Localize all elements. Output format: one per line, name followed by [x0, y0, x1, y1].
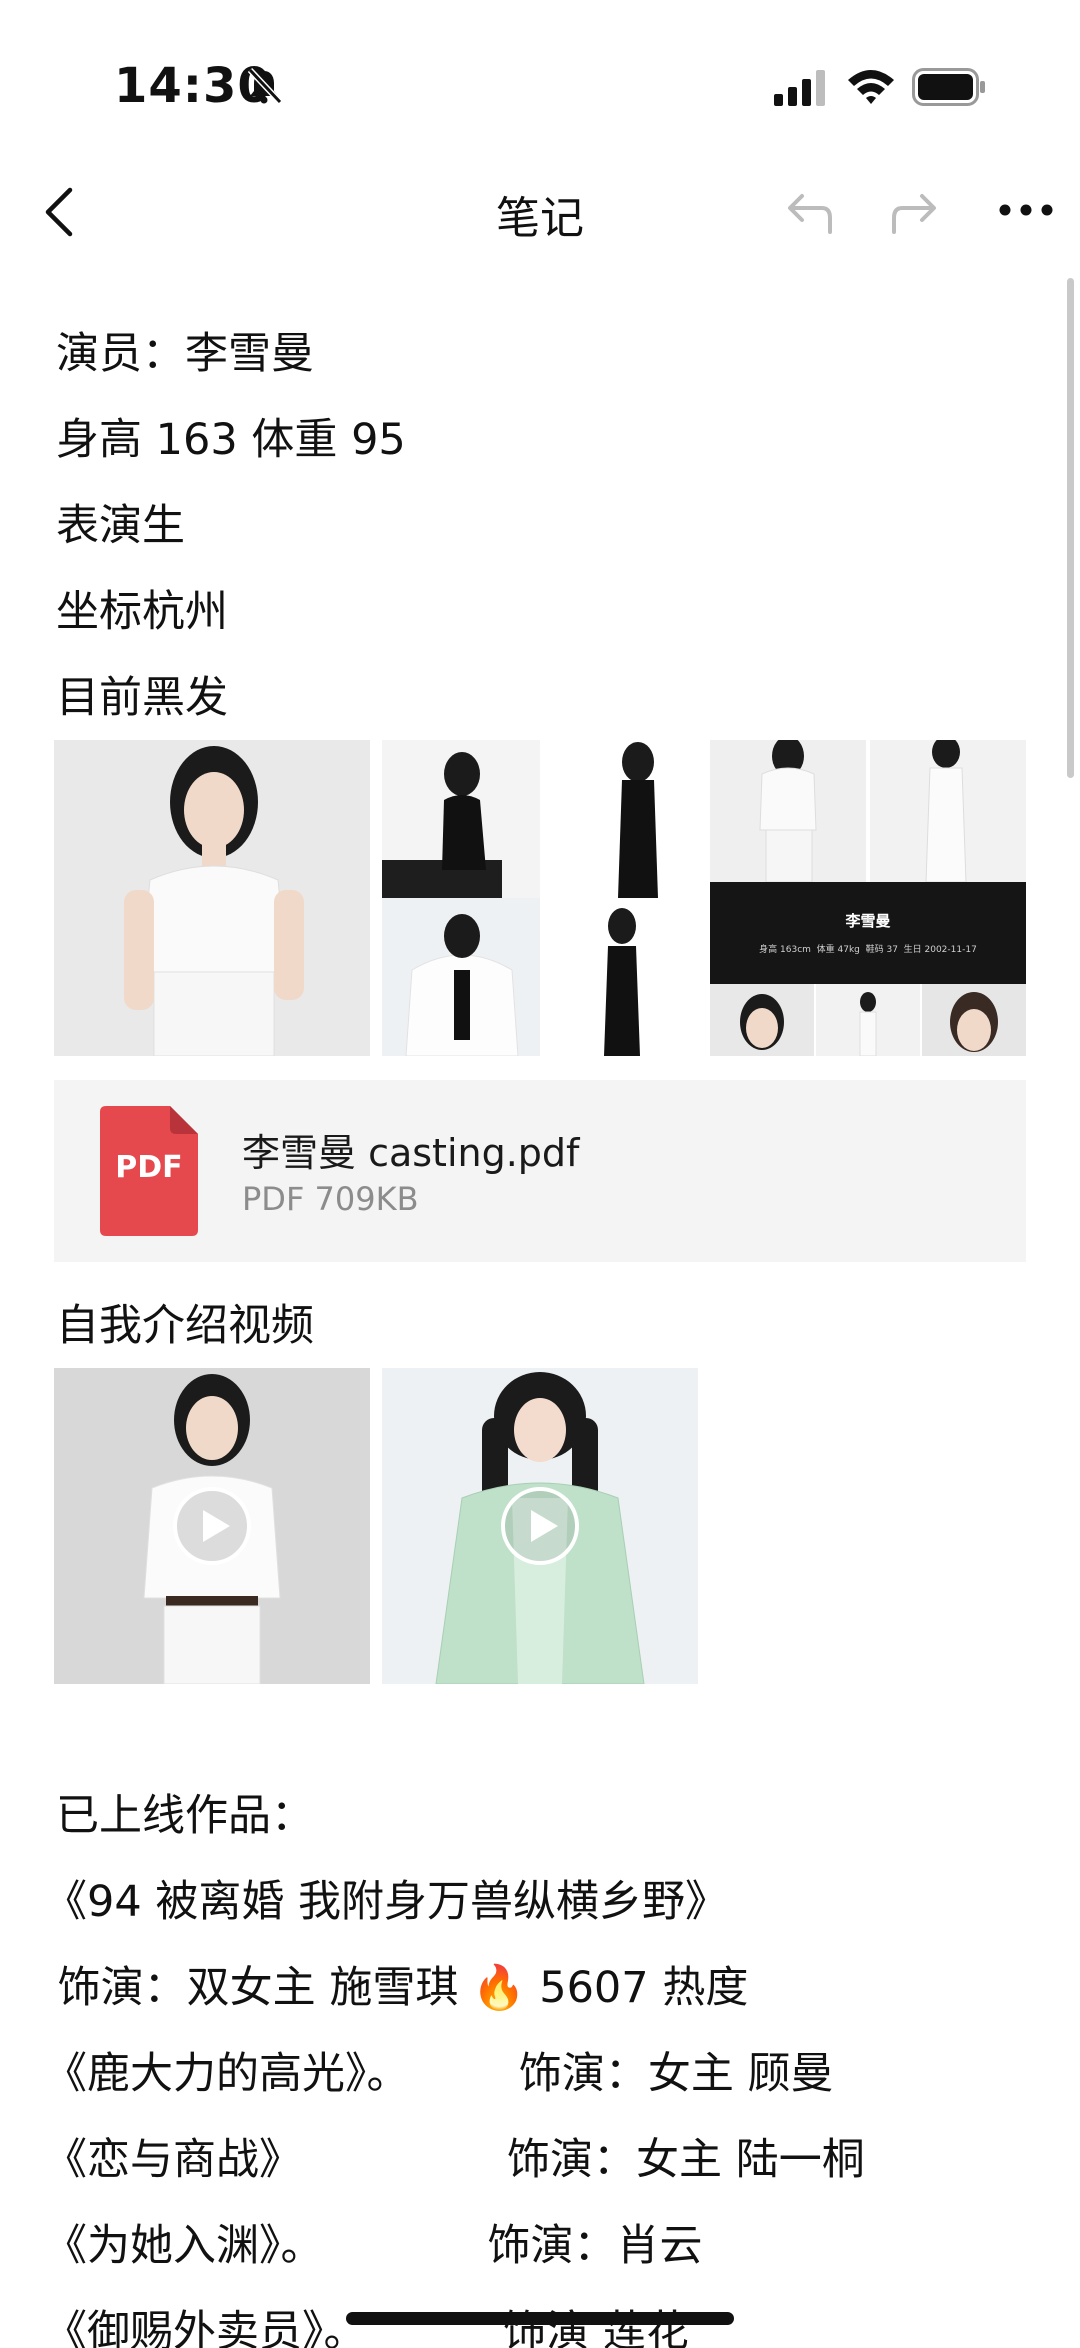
photo-thumbnail[interactable] [54, 740, 370, 1056]
wifi-icon [848, 70, 894, 104]
video-thumbnail[interactable] [54, 1368, 370, 1684]
play-icon[interactable] [500, 1486, 580, 1566]
cellular-signal-icon [774, 70, 825, 106]
video-thumbnail[interactable] [382, 1368, 698, 1684]
profile-line-height-weight: 身高 163 体重 95 [56, 415, 406, 465]
profile-line-hair: 目前黑发 [56, 673, 228, 723]
video-section-title: 自我介绍视频 [56, 1301, 314, 1351]
redo-icon[interactable] [890, 186, 942, 236]
black-dress-collage-image [382, 740, 698, 1056]
battery-icon [912, 68, 985, 106]
notes-screen: 14:30 笔记 演员：李雪曼 身高 163 体重 95 表演生 坐标杭州 目前… [0, 0, 1080, 2348]
works-line: 《为她入渊》。 饰演：肖云 [44, 2221, 703, 2271]
more-options-icon[interactable] [998, 198, 1054, 222]
pdf-icon-label: PDF [115, 1150, 183, 1185]
play-icon[interactable] [172, 1486, 252, 1566]
nav-bar: 笔记 [0, 160, 1080, 260]
works-line: 饰演：双女主 施雪琪 🔥 5607 热度 [44, 1963, 749, 2013]
comp-card-thumbnail[interactable]: 李雪曼 身高 163cm 体重 47kg 鞋码 37 生日 2002-11-17 [710, 740, 1026, 1056]
photo-collage-thumbnail[interactable] [382, 740, 698, 1056]
works-line: 《恋与商战》 饰演：女主 陆一桐 [44, 2135, 865, 2185]
pdf-attachment-card[interactable]: PDF 李雪曼 casting.pdf PDF 709KB [54, 1080, 1026, 1262]
comp-card-image [710, 740, 1026, 1056]
pdf-file-meta: PDF 709KB [242, 1180, 419, 1218]
works-line: 《御赐外卖员》。 饰演 莲花 [44, 2307, 689, 2348]
profile-line-education: 表演生 [56, 501, 185, 551]
status-bar: 14:30 [0, 0, 1080, 150]
works-line: 《94 被离婚 我附身万兽纵横乡野》 [44, 1877, 729, 1927]
comp-card-stats: 身高 163cm 体重 47kg 鞋码 37 生日 2002-11-17 [759, 945, 977, 955]
works-line: 《鹿大力的高光》。 饰演：女主 顾曼 [44, 2049, 834, 2099]
profile-line-location: 坐标杭州 [56, 587, 228, 637]
portrait-white-outfit-image [54, 740, 370, 1056]
home-indicator[interactable] [346, 2312, 734, 2325]
comp-card-name: 李雪曼 [845, 912, 891, 930]
undo-icon[interactable] [782, 186, 834, 236]
works-heading: 已上线作品： [56, 1791, 314, 1841]
pdf-filename: 李雪曼 casting.pdf [242, 1131, 580, 1175]
silent-bell-icon [247, 67, 283, 105]
profile-line-actor: 演员：李雪曼 [56, 329, 314, 379]
scrollbar[interactable] [1067, 278, 1074, 778]
